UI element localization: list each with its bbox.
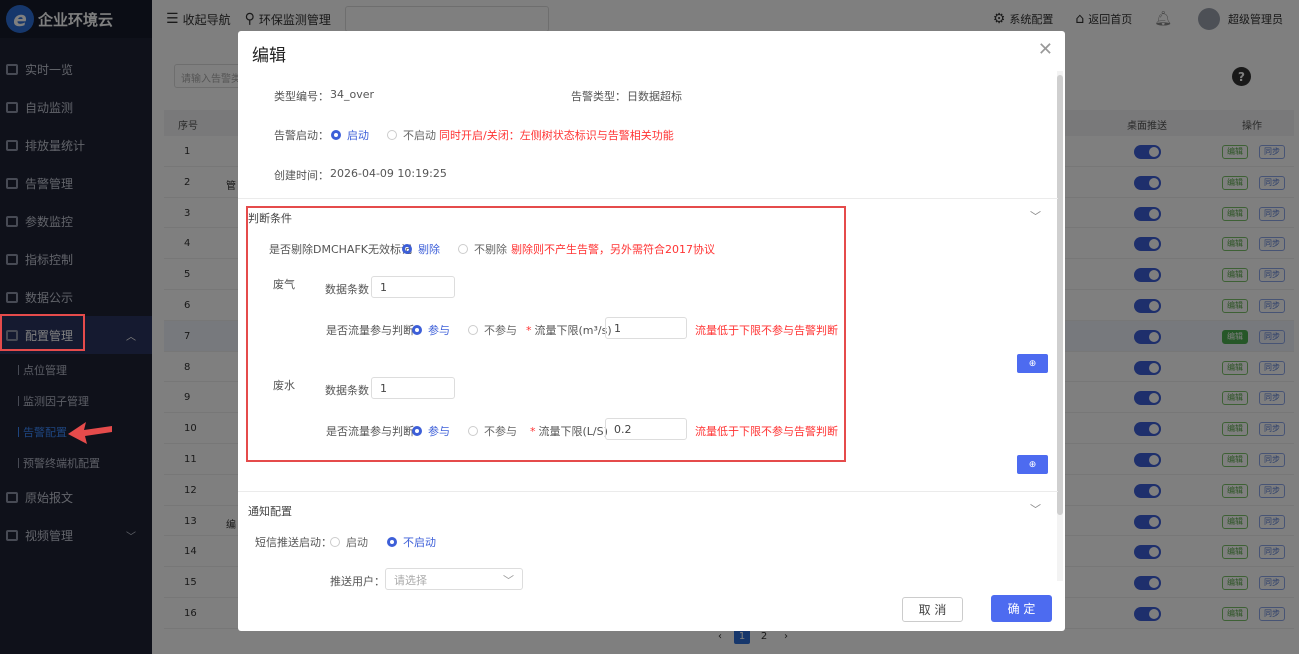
- dmchafk-hint: 剔除则不产生告警，另外需符合2017协议: [511, 243, 715, 256]
- radio-label: 参与: [428, 324, 450, 337]
- radio-icon: [387, 130, 397, 140]
- confirm-button[interactable]: 确 定: [991, 595, 1052, 622]
- water-join-radio[interactable]: 参与: [412, 423, 450, 439]
- required-mark: *: [526, 324, 532, 337]
- add-condition-button[interactable]: ⊕: [1017, 354, 1048, 373]
- radio-checked-icon: [331, 130, 341, 140]
- gas-count-input[interactable]: 1: [371, 276, 455, 298]
- radio-label: 不启动: [403, 129, 436, 142]
- no-remove-radio[interactable]: 不剔除: [458, 241, 507, 257]
- created-value: 2026-04-09 10:19:25: [330, 167, 447, 180]
- water-count-input[interactable]: 1: [371, 377, 455, 399]
- chevron-down-icon[interactable]: ﹀: [1030, 501, 1041, 517]
- radio-checked-icon: [402, 244, 412, 254]
- push-user-select[interactable]: 请选择 ﹀: [385, 568, 523, 590]
- radio-label: 启动: [346, 536, 368, 549]
- water-title: 废水: [273, 379, 295, 392]
- water-hint: 流量低于下限不参与告警判断: [695, 425, 838, 438]
- dmchafk-label: 是否剔除DMCHAFK无效标记: [269, 243, 412, 256]
- remove-radio[interactable]: 剔除: [402, 241, 440, 257]
- radio-icon: [458, 244, 468, 254]
- water-no-join-radio[interactable]: 不参与: [468, 423, 517, 439]
- radio-label: 不启动: [403, 536, 436, 549]
- type-code-value: 34_over: [330, 88, 375, 101]
- radio-label: 剔除: [418, 243, 440, 256]
- arrow-annotation: [68, 422, 112, 444]
- gas-count-label: 数据条数: [325, 283, 369, 296]
- gas-lower-limit-input[interactable]: 1: [605, 317, 687, 339]
- radio-label: 不参与: [484, 324, 517, 337]
- close-icon[interactable]: ✕: [1038, 39, 1053, 60]
- alarm-type-label: 告警类型：: [571, 90, 626, 103]
- dialog-title: 编辑: [252, 46, 286, 66]
- water-lower-limit-input[interactable]: 0.2: [605, 418, 687, 440]
- highlight-box: [0, 314, 85, 351]
- cancel-button[interactable]: 取 消: [902, 597, 963, 622]
- water-lower-limit-label: * 流量下限(L/S): [530, 423, 608, 439]
- radio-checked-icon: [412, 426, 422, 436]
- radio-label: 参与: [428, 425, 450, 438]
- radio-icon: [330, 537, 340, 547]
- gas-lower-limit-text: 流量下限(m³/s): [534, 324, 612, 337]
- gas-join-radio[interactable]: 参与: [412, 322, 450, 338]
- radio-checked-icon: [412, 325, 422, 335]
- alarm-enable-label: 告警启动：: [274, 129, 329, 142]
- gas-lower-limit-label: * 流量下限(m³/s): [526, 322, 612, 338]
- water-flow-judge-label: 是否流量参与判断: [326, 425, 414, 438]
- water-count-label: 数据条数: [325, 384, 369, 397]
- alarm-enable-radio[interactable]: 启动: [331, 127, 369, 143]
- radio-icon: [468, 325, 478, 335]
- radio-label: 不剔除: [474, 243, 507, 256]
- sms-label: 短信推送启动：: [255, 536, 332, 549]
- radio-label: 不参与: [484, 425, 517, 438]
- water-lower-limit-text: 流量下限(L/S): [538, 425, 608, 438]
- type-code-label: 类型编号：: [274, 90, 329, 103]
- sms-disable-radio[interactable]: 不启动: [387, 534, 436, 550]
- add-condition-button[interactable]: ⊕: [1017, 455, 1048, 474]
- gas-title: 废气: [273, 278, 295, 291]
- edit-dialog: 编辑 ✕ 类型编号： 34_over 告警类型： 日数据超标 告警启动： 启动 …: [238, 31, 1065, 631]
- sms-enable-radio[interactable]: 启动: [330, 534, 368, 550]
- alarm-disable-radio[interactable]: 不启动: [387, 127, 436, 143]
- alarm-enable-hint: 同时开启/关闭：左侧树状态标识与告警相关功能: [439, 129, 674, 142]
- radio-label: 启动: [347, 129, 369, 142]
- divider: [238, 198, 1058, 199]
- chevron-down-icon[interactable]: ﹀: [1030, 208, 1041, 224]
- push-user-label: 推送用户：: [330, 575, 385, 588]
- created-label: 创建时间：: [274, 169, 329, 182]
- notify-section-title: 通知配置: [248, 505, 292, 518]
- scrollbar-thumb[interactable]: [1057, 75, 1063, 515]
- chevron-down-icon: ﹀: [503, 574, 514, 587]
- alarm-type-value: 日数据超标: [627, 90, 682, 103]
- gas-no-join-radio[interactable]: 不参与: [468, 322, 517, 338]
- gas-hint: 流量低于下限不参与告警判断: [695, 324, 838, 337]
- divider: [238, 491, 1058, 492]
- push-user-placeholder: 请选择: [394, 574, 427, 587]
- radio-checked-icon: [387, 537, 397, 547]
- gas-flow-judge-label: 是否流量参与判断: [326, 324, 414, 337]
- radio-icon: [468, 426, 478, 436]
- required-mark: *: [530, 425, 536, 438]
